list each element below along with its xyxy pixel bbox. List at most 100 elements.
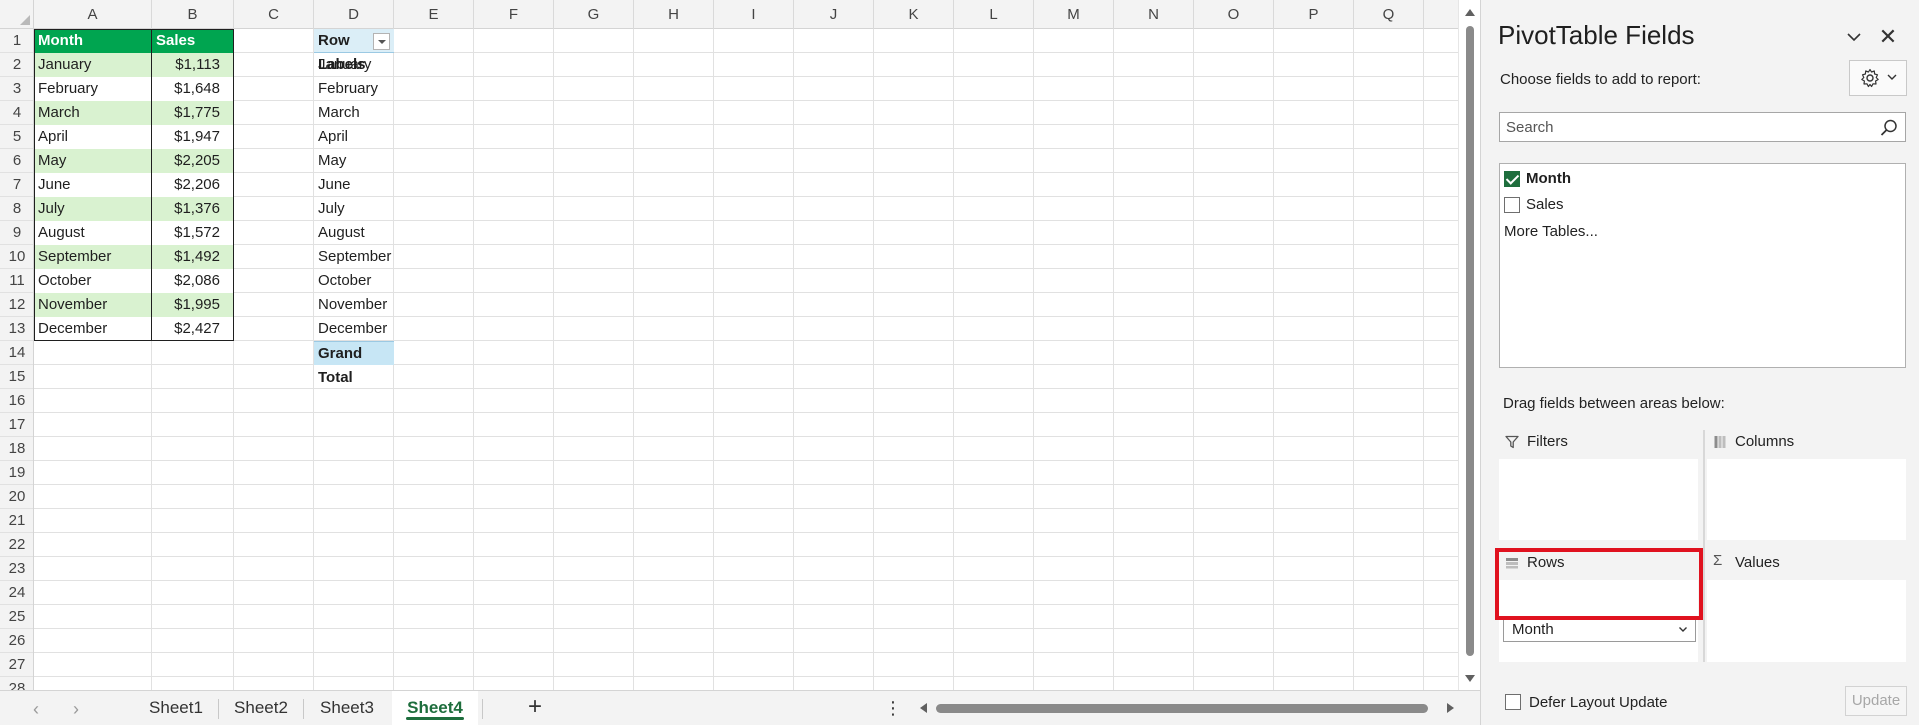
column-header[interactable]: I xyxy=(714,0,794,29)
scroll-left-arrow-icon[interactable] xyxy=(920,703,927,713)
table-cell[interactable]: May xyxy=(34,149,152,173)
row-header[interactable]: 15 xyxy=(0,365,33,389)
prev-sheet-icon[interactable]: ‹ xyxy=(26,699,46,719)
column-header[interactable]: H xyxy=(634,0,714,29)
row-header[interactable]: 7 xyxy=(0,173,33,197)
more-tables-link[interactable]: More Tables... xyxy=(1504,223,1598,240)
column-header[interactable]: P xyxy=(1274,0,1354,29)
row-header[interactable]: 12 xyxy=(0,293,33,317)
cell-grid[interactable]: Month Sales January $1,113 February $1,648 Mar… xyxy=(34,29,1458,690)
table-cell[interactable]: August xyxy=(34,221,152,245)
select-all-corner[interactable] xyxy=(0,0,34,29)
row-header[interactable]: 1 xyxy=(0,29,33,53)
row-header[interactable]: 24 xyxy=(0,581,33,605)
row-header[interactable]: 22 xyxy=(0,533,33,557)
row-header[interactable]: 4 xyxy=(0,101,33,125)
close-icon[interactable]: ✕ xyxy=(1877,26,1899,48)
row-header[interactable]: 13 xyxy=(0,317,33,341)
table-cell[interactable]: $2,206 xyxy=(152,173,234,197)
column-header[interactable]: K xyxy=(874,0,954,29)
field-search-box[interactable] xyxy=(1499,112,1906,142)
update-button[interactable]: Update xyxy=(1845,686,1907,716)
search-icon[interactable] xyxy=(1879,118,1899,138)
column-header[interactable]: Q xyxy=(1354,0,1424,29)
table-cell[interactable]: $1,995 xyxy=(152,293,234,317)
column-header[interactable]: C xyxy=(234,0,314,29)
scroll-up-arrow-icon[interactable] xyxy=(1465,9,1475,16)
rows-drop-zone[interactable]: Month xyxy=(1499,580,1698,662)
pivot-row-item[interactable]: August xyxy=(314,221,394,245)
pivot-grand-total[interactable]: Grand Total xyxy=(314,341,394,386)
filters-drop-zone[interactable] xyxy=(1499,459,1698,540)
pivot-row-item[interactable]: June xyxy=(314,173,394,197)
column-header[interactable]: D xyxy=(314,0,394,29)
table-cell[interactable]: $2,427 xyxy=(152,317,234,341)
table-cell[interactable]: December xyxy=(34,317,152,341)
horizontal-scrollbar[interactable] xyxy=(918,701,1454,715)
row-header[interactable]: 11 xyxy=(0,269,33,293)
values-drop-zone[interactable] xyxy=(1707,580,1906,662)
table-cell[interactable]: $1,572 xyxy=(152,221,234,245)
column-header[interactable]: A xyxy=(34,0,152,29)
vertical-scrollbar[interactable] xyxy=(1458,0,1480,690)
table-cell[interactable]: $1,376 xyxy=(152,197,234,221)
sheet-tab-sheet2[interactable]: Sheet2 xyxy=(221,691,301,725)
table-cell[interactable]: October xyxy=(34,269,152,293)
tab-options-icon[interactable]: ⋮ xyxy=(884,697,902,719)
filters-area[interactable]: Filters xyxy=(1499,425,1698,540)
row-header[interactable]: 10 xyxy=(0,245,33,269)
defer-layout-update[interactable]: Defer Layout Update xyxy=(1505,693,1705,713)
row-header[interactable]: 9 xyxy=(0,221,33,245)
columns-drop-zone[interactable] xyxy=(1707,459,1906,540)
table-cell[interactable]: July xyxy=(34,197,152,221)
column-header[interactable]: N xyxy=(1114,0,1194,29)
row-header[interactable]: 14 xyxy=(0,341,33,365)
table-cell[interactable]: $2,086 xyxy=(152,269,234,293)
row-header[interactable]: 25 xyxy=(0,605,33,629)
pivot-row-item[interactable]: December xyxy=(314,317,394,341)
next-sheet-icon[interactable]: › xyxy=(66,699,86,719)
vertical-scroll-thumb[interactable] xyxy=(1466,26,1474,656)
row-header[interactable]: 23 xyxy=(0,557,33,581)
table-cell[interactable]: November xyxy=(34,293,152,317)
table-cell[interactable]: $1,492 xyxy=(152,245,234,269)
table-cell[interactable]: $1,775 xyxy=(152,101,234,125)
table-cell[interactable]: March xyxy=(34,101,152,125)
pivot-row-item[interactable]: April xyxy=(314,125,394,149)
columns-area[interactable]: Columns xyxy=(1707,425,1906,540)
chevron-down-icon[interactable] xyxy=(1843,26,1865,48)
search-input[interactable] xyxy=(1506,115,1866,139)
row-header[interactable]: 16 xyxy=(0,389,33,413)
row-header[interactable]: 18 xyxy=(0,437,33,461)
row-header[interactable]: 17 xyxy=(0,413,33,437)
row-header[interactable]: 21 xyxy=(0,509,33,533)
pivot-row-item[interactable]: November xyxy=(314,293,394,317)
table-cell[interactable]: $1,947 xyxy=(152,125,234,149)
row-header[interactable]: 2 xyxy=(0,53,33,77)
table-cell[interactable]: $1,113 xyxy=(152,53,234,77)
row-header[interactable]: 5 xyxy=(0,125,33,149)
pivot-row-item[interactable]: January xyxy=(314,53,394,77)
horizontal-scroll-thumb[interactable] xyxy=(936,704,1428,713)
pivot-row-item[interactable]: September xyxy=(314,245,394,269)
table-cell[interactable]: February xyxy=(34,77,152,101)
table-cell[interactable]: April xyxy=(34,125,152,149)
pivot-row-item[interactable]: March xyxy=(314,101,394,125)
chevron-down-icon[interactable] xyxy=(1678,624,1688,634)
column-header[interactable]: L xyxy=(954,0,1034,29)
table-header-cell[interactable]: Sales xyxy=(152,29,234,53)
sheet-tab-sheet3[interactable]: Sheet3 xyxy=(305,691,389,725)
row-header[interactable]: 6 xyxy=(0,149,33,173)
column-header[interactable]: B xyxy=(152,0,234,29)
rows-field-month[interactable]: Month xyxy=(1503,616,1696,642)
defer-checkbox[interactable] xyxy=(1505,694,1521,710)
row-header[interactable]: 26 xyxy=(0,629,33,653)
row-header[interactable]: 19 xyxy=(0,461,33,485)
column-header[interactable]: E xyxy=(394,0,474,29)
row-header[interactable]: 3 xyxy=(0,77,33,101)
table-cell[interactable]: $1,648 xyxy=(152,77,234,101)
sheet-tab-sheet4[interactable]: Sheet4 xyxy=(392,691,478,725)
pivot-row-item[interactable]: February xyxy=(314,77,394,101)
column-header[interactable]: J xyxy=(794,0,874,29)
scroll-right-arrow-icon[interactable] xyxy=(1447,703,1454,713)
